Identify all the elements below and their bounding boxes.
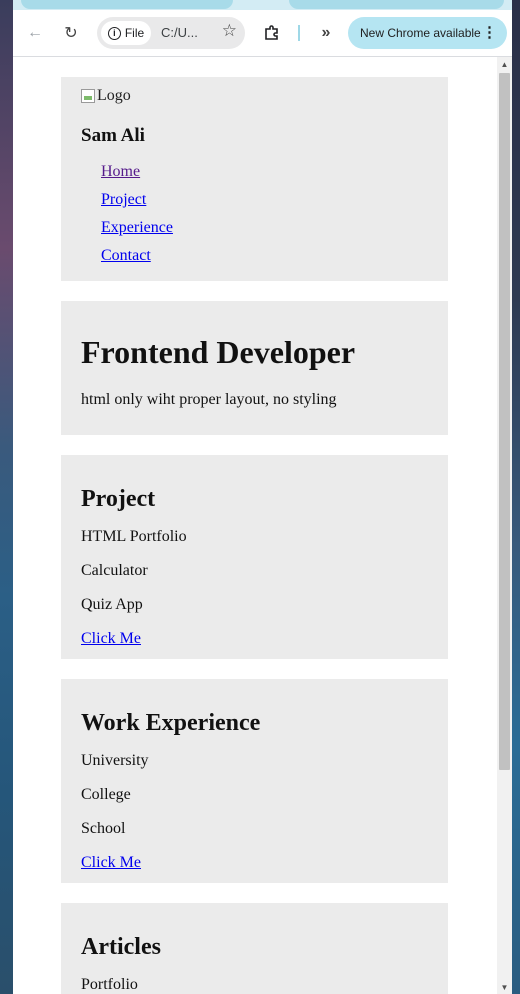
bookmark-star-icon[interactable]: ☆ (222, 21, 237, 41)
scrollbar-thumb[interactable] (499, 73, 510, 770)
project-item: HTML Portfolio (81, 528, 187, 545)
author-name: Sam Ali (81, 125, 145, 146)
nav-link-experience[interactable]: Experience (101, 219, 173, 236)
site-info-chip[interactable]: i File (101, 21, 151, 45)
project-item: Calculator (81, 562, 148, 579)
browser-toolbar: ← ↻ i File C:/U... ☆ » New Chrome availa… (13, 10, 512, 57)
articles-heading: Articles (81, 934, 161, 960)
tab-active[interactable] (21, 0, 233, 9)
chrome-update-button[interactable]: New Chrome available ⋮ (348, 17, 507, 49)
experience-click-me-link[interactable]: Click Me (81, 853, 428, 883)
hero-title: Frontend Developer (81, 334, 356, 370)
article-item: Portfolio (81, 976, 138, 993)
project-item: Quiz App (81, 596, 143, 613)
update-label: New Chrome available (360, 26, 481, 40)
nav-item-contact: Contact (101, 246, 428, 274)
experience-item: College (81, 786, 131, 803)
nav-link-project[interactable]: Project (101, 191, 146, 208)
logo-alt-text: Logo (97, 87, 131, 104)
tab-strip (13, 0, 512, 10)
nav-item-experience: Experience (101, 218, 428, 246)
extensions-puzzle-icon[interactable] (258, 19, 286, 47)
main-nav: Home Project Experience Contact (81, 162, 428, 281)
experience-heading: Work Experience (81, 710, 261, 736)
desktop-wallpaper-left (0, 0, 13, 994)
reload-icon[interactable]: ↻ (57, 19, 85, 47)
logo-image: Logo (81, 87, 131, 105)
scroll-down-arrow-icon[interactable]: ▼ (497, 980, 512, 994)
info-icon: i (107, 26, 121, 40)
back-arrow-icon[interactable]: ← (21, 19, 49, 47)
vertical-scrollbar[interactable]: ▲ ▼ (497, 57, 512, 994)
site-header: Logo Sam Ali Home Project Experience Con… (61, 77, 448, 281)
address-bar[interactable]: i File C:/U... ☆ (97, 17, 245, 49)
tab-other[interactable] (289, 0, 504, 9)
projects-section: Project HTML Portfolio Calculator Quiz A… (61, 455, 448, 659)
experience-item: University (81, 752, 149, 769)
projects-click-me-link[interactable]: Click Me (81, 629, 428, 659)
scroll-up-arrow-icon[interactable]: ▲ (497, 57, 512, 71)
url-text[interactable]: C:/U... (161, 25, 198, 40)
page-viewport: Logo Sam Ali Home Project Experience Con… (13, 57, 512, 994)
nav-item-home: Home (101, 162, 428, 190)
chevron-overflow-icon[interactable]: » (312, 19, 340, 47)
broken-image-icon (81, 89, 95, 103)
experience-section: Work Experience University College Schoo… (61, 679, 448, 883)
browser-window: ← ↻ i File C:/U... ☆ » New Chrome availa… (13, 0, 512, 994)
site-chip-label: File (124, 26, 145, 40)
hero-subtitle: html only wiht proper layout, no styling (81, 391, 337, 408)
toolbar-divider (298, 25, 300, 41)
nav-item-project: Project (101, 190, 428, 218)
hero-section: Frontend Developer html only wiht proper… (61, 301, 448, 435)
page-content: Logo Sam Ali Home Project Experience Con… (61, 77, 448, 994)
nav-link-contact[interactable]: Contact (101, 247, 151, 264)
kebab-menu-icon[interactable]: ⋮ (482, 23, 497, 41)
experience-item: School (81, 820, 126, 837)
desktop-wallpaper-right (512, 0, 520, 994)
nav-link-home[interactable]: Home (101, 163, 140, 180)
articles-section: Articles Portfolio (61, 903, 448, 994)
projects-heading: Project (81, 486, 156, 512)
